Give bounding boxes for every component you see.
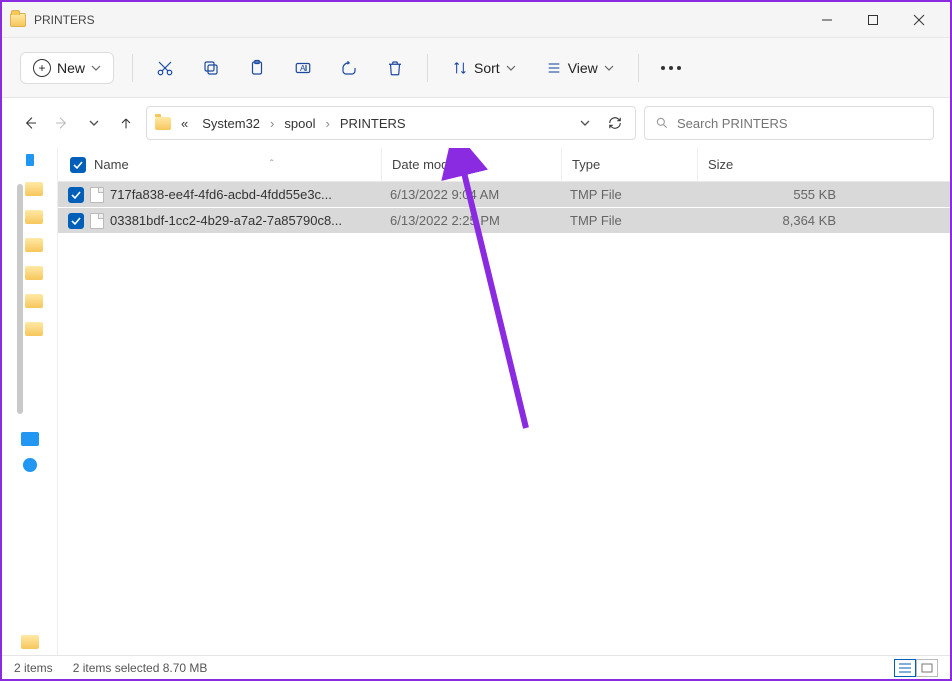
window-controls <box>804 2 942 38</box>
search-icon <box>655 116 669 130</box>
plus-icon: + <box>33 59 51 77</box>
breadcrumb-sep: › <box>325 116 329 131</box>
file-icon <box>90 213 104 229</box>
svg-text:A: A <box>300 64 306 73</box>
rows: 717fa838-ee4f-4fd6-acbd-4fdd55e3c... 6/1… <box>58 182 950 655</box>
col-name[interactable]: Name ˆ <box>60 148 382 181</box>
nav-scrollbar[interactable] <box>17 184 23 414</box>
search-box[interactable] <box>644 106 934 140</box>
nav-item[interactable] <box>21 635 39 649</box>
toolbar: + New A Sort View <box>2 38 950 98</box>
statusbar: 2 items 2 items selected 8.70 MB <box>2 655 950 679</box>
separator <box>132 54 133 82</box>
minimize-button[interactable] <box>804 2 850 38</box>
file-size: 8,364 KB <box>696 213 846 228</box>
nav-item[interactable] <box>21 432 39 446</box>
col-name-label: Name <box>94 157 129 172</box>
separator <box>427 54 428 82</box>
maximize-button[interactable] <box>850 2 896 38</box>
col-size[interactable]: Size <box>698 148 848 181</box>
addr-dropdown[interactable] <box>573 111 597 135</box>
thumbnails-view-button[interactable] <box>916 659 938 677</box>
breadcrumb-prefix: « <box>177 114 192 133</box>
col-date[interactable]: Date modified <box>382 148 562 181</box>
separator <box>638 54 639 82</box>
rename-icon[interactable]: A <box>289 54 317 82</box>
file-type: TMP File <box>560 213 696 228</box>
nav-item[interactable] <box>23 458 37 472</box>
chevron-down-icon <box>91 63 101 73</box>
view-label: View <box>568 60 598 76</box>
new-label: New <box>57 60 85 76</box>
file-icon <box>90 187 104 203</box>
file-date: 6/13/2022 2:25 PM <box>380 213 560 228</box>
file-name: 717fa838-ee4f-4fd6-acbd-4fdd55e3c... <box>110 187 332 202</box>
address-row: « System32 › spool › PRINTERS <box>2 98 950 148</box>
nav-item[interactable] <box>25 210 43 224</box>
content: Name ˆ Date modified Type Size 717fa838-… <box>2 148 950 655</box>
details-view-button[interactable] <box>894 659 916 677</box>
column-headers: Name ˆ Date modified Type Size <box>58 148 950 182</box>
nav-item[interactable] <box>25 266 43 280</box>
col-type[interactable]: Type <box>562 148 698 181</box>
sort-caret-icon: ˆ <box>270 159 273 170</box>
folder-icon <box>10 13 26 27</box>
forward-button[interactable] <box>50 111 74 135</box>
view-toggle <box>894 659 938 677</box>
copy-icon[interactable] <box>197 54 225 82</box>
nav-item[interactable] <box>26 154 34 166</box>
back-button[interactable] <box>18 111 42 135</box>
delete-icon[interactable] <box>381 54 409 82</box>
file-name: 03381bdf-1cc2-4b29-a7a2-7a85790c8... <box>110 213 342 228</box>
breadcrumb-item[interactable]: System32 <box>198 114 264 133</box>
view-icon <box>546 60 562 76</box>
share-icon[interactable] <box>335 54 363 82</box>
file-date: 6/13/2022 9:04 AM <box>380 187 560 202</box>
folder-icon <box>155 117 171 130</box>
nav-item[interactable] <box>25 294 43 308</box>
search-input[interactable] <box>677 116 923 131</box>
table-row[interactable]: 717fa838-ee4f-4fd6-acbd-4fdd55e3c... 6/1… <box>58 182 950 208</box>
nav-pane[interactable] <box>2 148 58 655</box>
file-size: 555 KB <box>696 187 846 202</box>
paste-icon[interactable] <box>243 54 271 82</box>
status-count: 2 items <box>14 661 53 675</box>
table-row[interactable]: 03381bdf-1cc2-4b29-a7a2-7a85790c8... 6/1… <box>58 208 950 234</box>
window-title: PRINTERS <box>34 13 804 27</box>
view-button[interactable]: View <box>540 56 620 80</box>
refresh-button[interactable] <box>603 111 627 135</box>
breadcrumb-sep: › <box>270 116 274 131</box>
row-checkbox[interactable] <box>68 213 84 229</box>
close-button[interactable] <box>896 2 942 38</box>
chevron-down-icon <box>506 63 516 73</box>
breadcrumb-item[interactable]: PRINTERS <box>336 114 410 133</box>
status-selection: 2 items selected 8.70 MB <box>73 661 208 675</box>
select-all-checkbox[interactable] <box>70 157 86 173</box>
nav-item[interactable] <box>25 238 43 252</box>
more-button[interactable] <box>657 62 685 74</box>
sort-button[interactable]: Sort <box>446 56 522 80</box>
address-bar[interactable]: « System32 › spool › PRINTERS <box>146 106 636 140</box>
recent-button[interactable] <box>82 111 106 135</box>
sort-label: Sort <box>474 60 500 76</box>
new-button[interactable]: + New <box>20 52 114 84</box>
titlebar: PRINTERS <box>2 2 950 38</box>
file-type: TMP File <box>560 187 696 202</box>
chevron-down-icon <box>604 63 614 73</box>
file-list: Name ˆ Date modified Type Size 717fa838-… <box>58 148 950 655</box>
up-button[interactable] <box>114 111 138 135</box>
row-checkbox[interactable] <box>68 187 84 203</box>
cut-icon[interactable] <box>151 54 179 82</box>
breadcrumb-item[interactable]: spool <box>280 114 319 133</box>
sort-icon <box>452 60 468 76</box>
nav-item[interactable] <box>25 182 43 196</box>
nav-item[interactable] <box>25 322 43 336</box>
